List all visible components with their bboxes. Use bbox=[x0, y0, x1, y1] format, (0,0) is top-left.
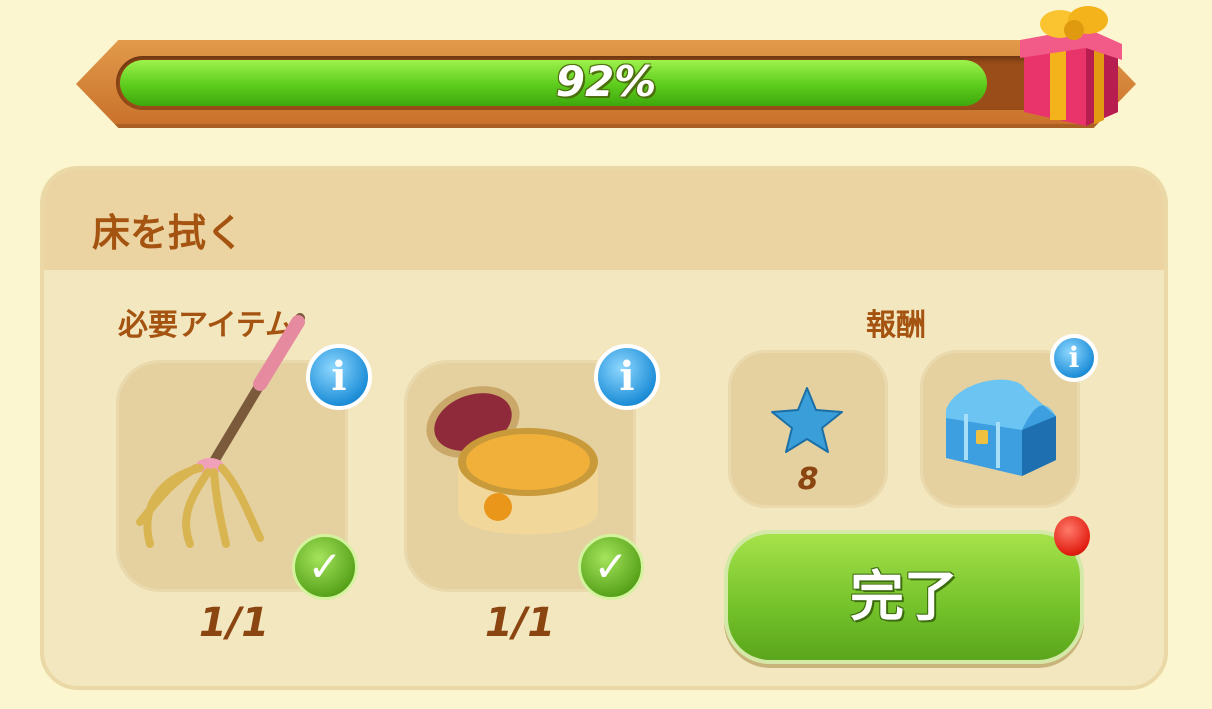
check-icon-wax: ✓ bbox=[578, 534, 644, 600]
info-icon-mop[interactable]: i bbox=[306, 344, 372, 410]
reward-star-count: 8 bbox=[797, 462, 819, 497]
notification-dot bbox=[1054, 516, 1090, 556]
gift-box-icon[interactable] bbox=[1016, 0, 1126, 130]
check-icon-mop: ✓ bbox=[292, 534, 358, 600]
treasure-chest-icon bbox=[946, 379, 1056, 476]
info-icon-wax[interactable]: i bbox=[594, 344, 660, 410]
progress-percent-label: 92% bbox=[555, 57, 657, 106]
star-icon bbox=[771, 387, 843, 453]
required-count-mop: 1/1 bbox=[198, 600, 270, 646]
info-icon-chest[interactable]: i bbox=[1050, 334, 1098, 382]
reward-label: 報酬 bbox=[866, 308, 926, 343]
complete-button[interactable]: 完了 bbox=[724, 530, 1084, 664]
polishing-wax-icon bbox=[426, 386, 598, 535]
task-title: 床を拭く bbox=[92, 211, 245, 255]
mop-icon bbox=[136, 313, 305, 548]
required-count-wax: 1/1 bbox=[484, 600, 556, 646]
